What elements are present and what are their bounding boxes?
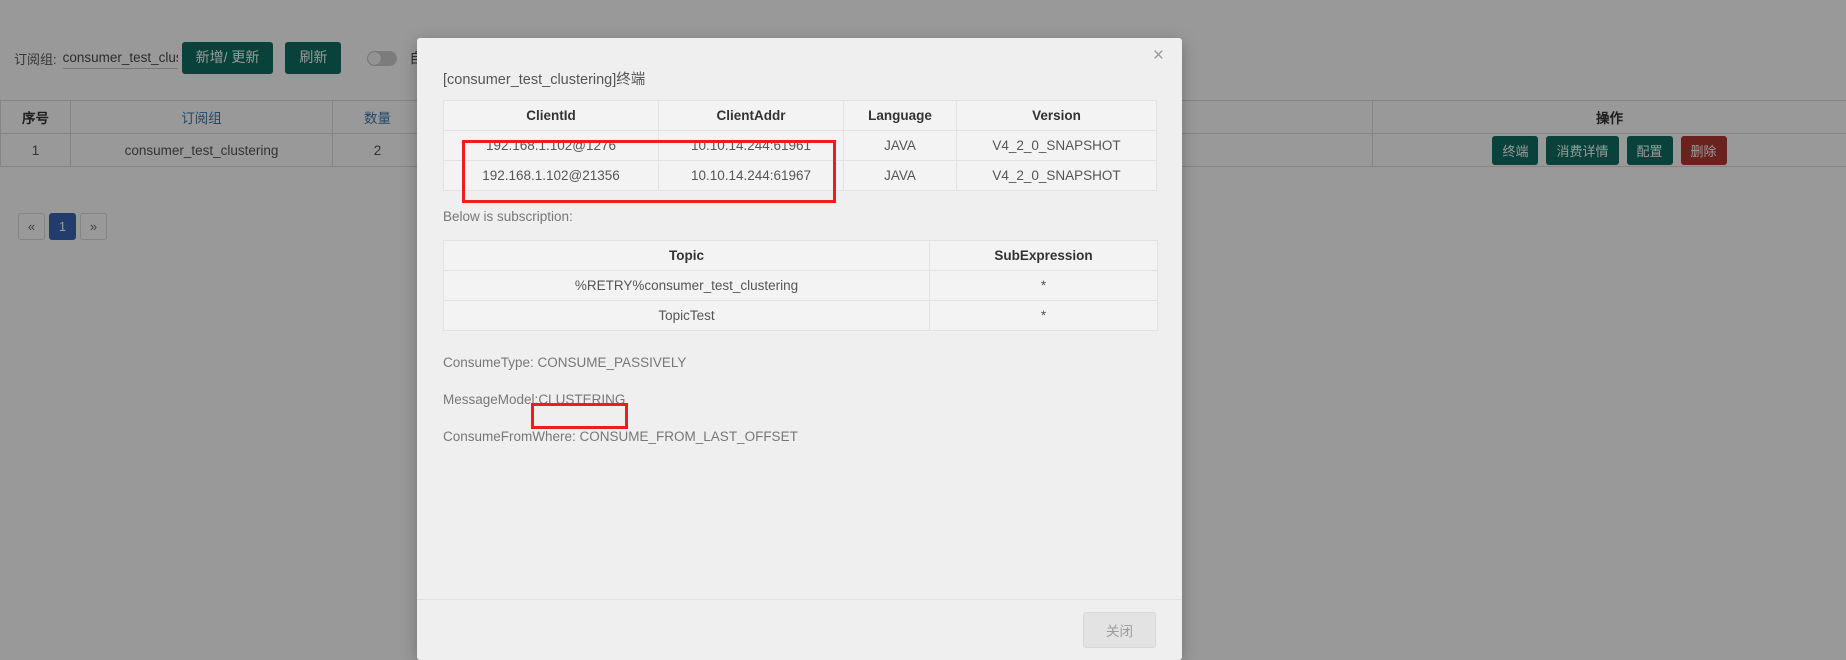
message-model-label: MessageModel: (443, 392, 539, 407)
cell-version: V4_2_0_SNAPSHOT (956, 160, 1157, 191)
header-clientid: ClientId (443, 100, 659, 131)
cell-version: V4_2_0_SNAPSHOT (956, 130, 1157, 161)
cell-clientaddr: 10.10.14.244:61961 (658, 130, 844, 161)
cell-topic: %RETRY%consumer_test_clustering (443, 270, 930, 301)
message-model-value: CLUSTERING (538, 392, 626, 407)
consume-type-text: ConsumeType: CONSUME_PASSIVELY (443, 355, 687, 370)
subscription-note: Below is subscription: (443, 209, 573, 224)
cell-clientid: 192.168.1.102@21356 (443, 160, 659, 191)
subscription-table-row: TopicTest * (443, 300, 1158, 331)
cell-subexpression: * (929, 270, 1158, 301)
header-language: Language (843, 100, 957, 131)
modal-close-button[interactable]: 关闭 (1083, 612, 1156, 648)
cell-topic: TopicTest (443, 300, 930, 331)
header-subexpression: SubExpression (929, 240, 1158, 271)
modal-body: ClientId ClientAddr Language Version 192… (417, 97, 1182, 599)
client-table-header-row: ClientId ClientAddr Language Version (443, 100, 1157, 131)
header-version: Version (956, 100, 1157, 131)
subscription-table-row: %RETRY%consumer_test_clustering * (443, 270, 1158, 301)
client-table-row: 192.168.1.102@21356 10.10.14.244:61967 J… (443, 160, 1157, 191)
header-topic: Topic (443, 240, 930, 271)
close-icon[interactable]: × (1147, 45, 1170, 66)
cell-clientaddr: 10.10.14.244:61967 (658, 160, 844, 191)
modal-title: [consumer_test_clustering]终端 (443, 72, 646, 88)
client-table-row: 192.168.1.102@1276 10.10.14.244:61961 JA… (443, 130, 1157, 161)
consume-from-where-text: ConsumeFromWhere: CONSUME_FROM_LAST_OFFS… (443, 429, 798, 444)
cell-language: JAVA (843, 130, 957, 161)
subscription-table-header-row: Topic SubExpression (443, 240, 1158, 271)
message-model-row: MessageModel:CLUSTERING (443, 392, 1156, 407)
header-clientaddr: ClientAddr (658, 100, 844, 131)
subscription-table: Topic SubExpression %RETRY%consumer_test… (443, 240, 1158, 331)
cell-language: JAVA (843, 160, 957, 191)
cell-subexpression: * (929, 300, 1158, 331)
modal-footer: 关闭 (417, 599, 1182, 660)
cell-clientid: 192.168.1.102@1276 (443, 130, 659, 161)
client-table: ClientId ClientAddr Language Version 192… (443, 100, 1157, 191)
terminal-modal: × [consumer_test_clustering]终端 ClientId … (417, 38, 1182, 660)
